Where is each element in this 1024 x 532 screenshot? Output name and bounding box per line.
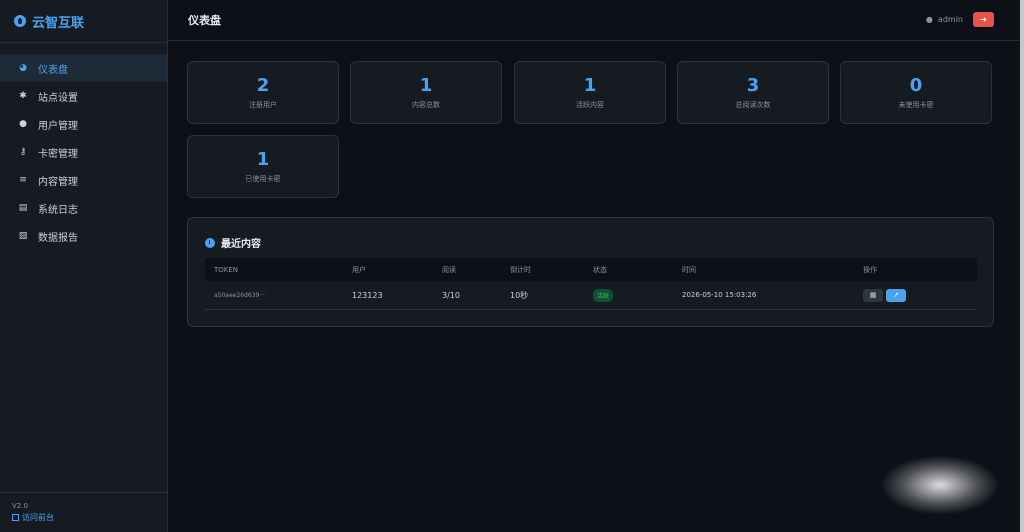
file-icon: ▧ [18,231,28,241]
panel-title: 最近内容 [205,235,261,250]
flame-logo-icon [14,15,26,27]
user-area: ● admin ➜ [926,12,994,27]
recent-content-table: TOKEN 用户 阅读 倒计时 状态 时间 操作 a50aee26d639···… [205,258,977,310]
stat-label: 内容总数 [412,101,440,109]
token-cell: a50aee26d639··· [214,291,265,299]
stat-card-registered-users: 2 注册用户 [187,61,339,124]
visit-frontend-label: 访问前台 [22,513,54,522]
time-cell: 2026-05-10 15:03:26 [682,291,757,299]
sidebar-item-label: 系统日志 [38,204,78,216]
stat-label: 总阅读次数 [735,101,771,109]
status-cell: 活跃 [584,288,614,302]
logout-button[interactable]: ➜ [973,12,994,27]
stat-card-active-content: 1 活跃内容 [514,61,666,124]
stat-card-total-content: 1 内容总数 [350,61,502,124]
stat-card-unused-keys: 0 未使用卡密 [840,61,992,124]
status-badge: 活跃 [593,288,614,302]
brand[interactable]: 云智互联 [0,0,167,43]
sidebar-item-content[interactable]: ≡ 内容管理 [0,166,167,194]
sidebar-footer: V2.0 访问前台 [0,492,167,532]
user-gear-icon: ● [925,15,933,24]
version-label: V2.0 [12,502,28,510]
column-header: 时间 [682,265,696,274]
sidebar-item-reports[interactable]: ▧ 数据报告 [0,222,167,250]
column-header: 操作 [863,265,877,274]
stat-label: 未使用卡密 [898,101,934,109]
reads-cell: 3/10 [442,290,460,300]
sidebar-item-users[interactable]: ● 用户管理 [0,110,167,138]
sign-out-icon: ➜ [980,15,987,24]
users-icon: ● [19,119,27,129]
clock-icon [205,237,215,248]
database-icon: ≡ [19,175,27,185]
column-header: TOKEN [214,265,239,274]
countdown-cell: 10秒 [510,290,529,300]
column-header: 阅读 [442,265,456,274]
stat-card-used-keys: 1 已使用卡密 [187,135,339,198]
stat-value: 1 [419,75,433,96]
username: admin [937,15,963,24]
stat-value: 0 [909,75,923,96]
app-window: 云智互联 ◕ 仪表盘 ✱ 站点设置 ● 用户管理 ⚷ 卡密管理 ≡ 内容管理 ▤… [0,0,1024,532]
stat-label: 活跃内容 [576,101,604,109]
external-link-icon [12,514,19,521]
stat-label: 已使用卡密 [245,175,281,183]
dashboard-icon: ◕ [19,63,27,73]
sidebar-item-site-settings[interactable]: ✱ 站点设置 [0,82,167,110]
qr-code-icon: ▦ [869,291,877,299]
stat-value: 3 [746,75,760,96]
sidebar-item-label: 仪表盘 [38,64,68,76]
column-header: 用户 [352,265,366,274]
stat-value: 2 [256,75,270,96]
open-link-button[interactable]: ↗ [886,288,906,302]
top-header: 仪表盘 ● admin ➜ [168,0,1020,41]
screen-glare [880,455,1000,515]
sidebar-item-label: 卡密管理 [38,148,78,160]
visit-frontend-link[interactable]: 访问前台 [12,512,167,523]
column-header: 状态 [593,265,607,274]
table-header: TOKEN 用户 阅读 倒计时 状态 时间 操作 [205,258,977,281]
actions-cell: ▦ ↗ [854,288,909,302]
sidebar-item-label: 站点设置 [38,92,78,104]
sidebar-item-dashboard[interactable]: ◕ 仪表盘 [0,54,167,82]
brand-title: 云智互联 [32,15,85,31]
user-cell: 123123 [352,290,383,300]
page-title: 仪表盘 [188,14,221,27]
sidebar: 云智互联 ◕ 仪表盘 ✱ 站点设置 ● 用户管理 ⚷ 卡密管理 ≡ 内容管理 ▤… [0,0,168,532]
table-row: a50aee26d639··· 123123 3/10 10秒 活跃 2026-… [205,281,977,310]
clipboard-icon: ▤ [18,203,28,213]
column-header: 倒计时 [510,265,531,274]
stat-card-total-reads: 3 总阅读次数 [677,61,829,124]
sidebar-nav: ◕ 仪表盘 ✱ 站点设置 ● 用户管理 ⚷ 卡密管理 ≡ 内容管理 ▤ 系统日志 [0,54,167,250]
panel-title-label: 最近内容 [221,239,261,250]
stat-value: 1 [583,75,597,96]
sidebar-item-logs[interactable]: ▤ 系统日志 [0,194,167,222]
key-icon: ⚷ [19,147,27,157]
sidebar-item-label: 数据报告 [38,232,78,244]
gear-icon: ✱ [19,91,27,101]
sidebar-item-label: 用户管理 [38,120,78,132]
sidebar-item-card-keys[interactable]: ⚷ 卡密管理 [0,138,167,166]
recent-content-panel: 最近内容 TOKEN 用户 阅读 倒计时 状态 时间 操作 a50aee26d6… [187,217,994,327]
sidebar-item-label: 内容管理 [38,176,78,188]
qr-code-button[interactable]: ▦ [863,288,883,302]
external-link-icon: ↗ [893,291,899,299]
stat-value: 1 [256,149,270,170]
stat-label: 注册用户 [249,101,277,109]
